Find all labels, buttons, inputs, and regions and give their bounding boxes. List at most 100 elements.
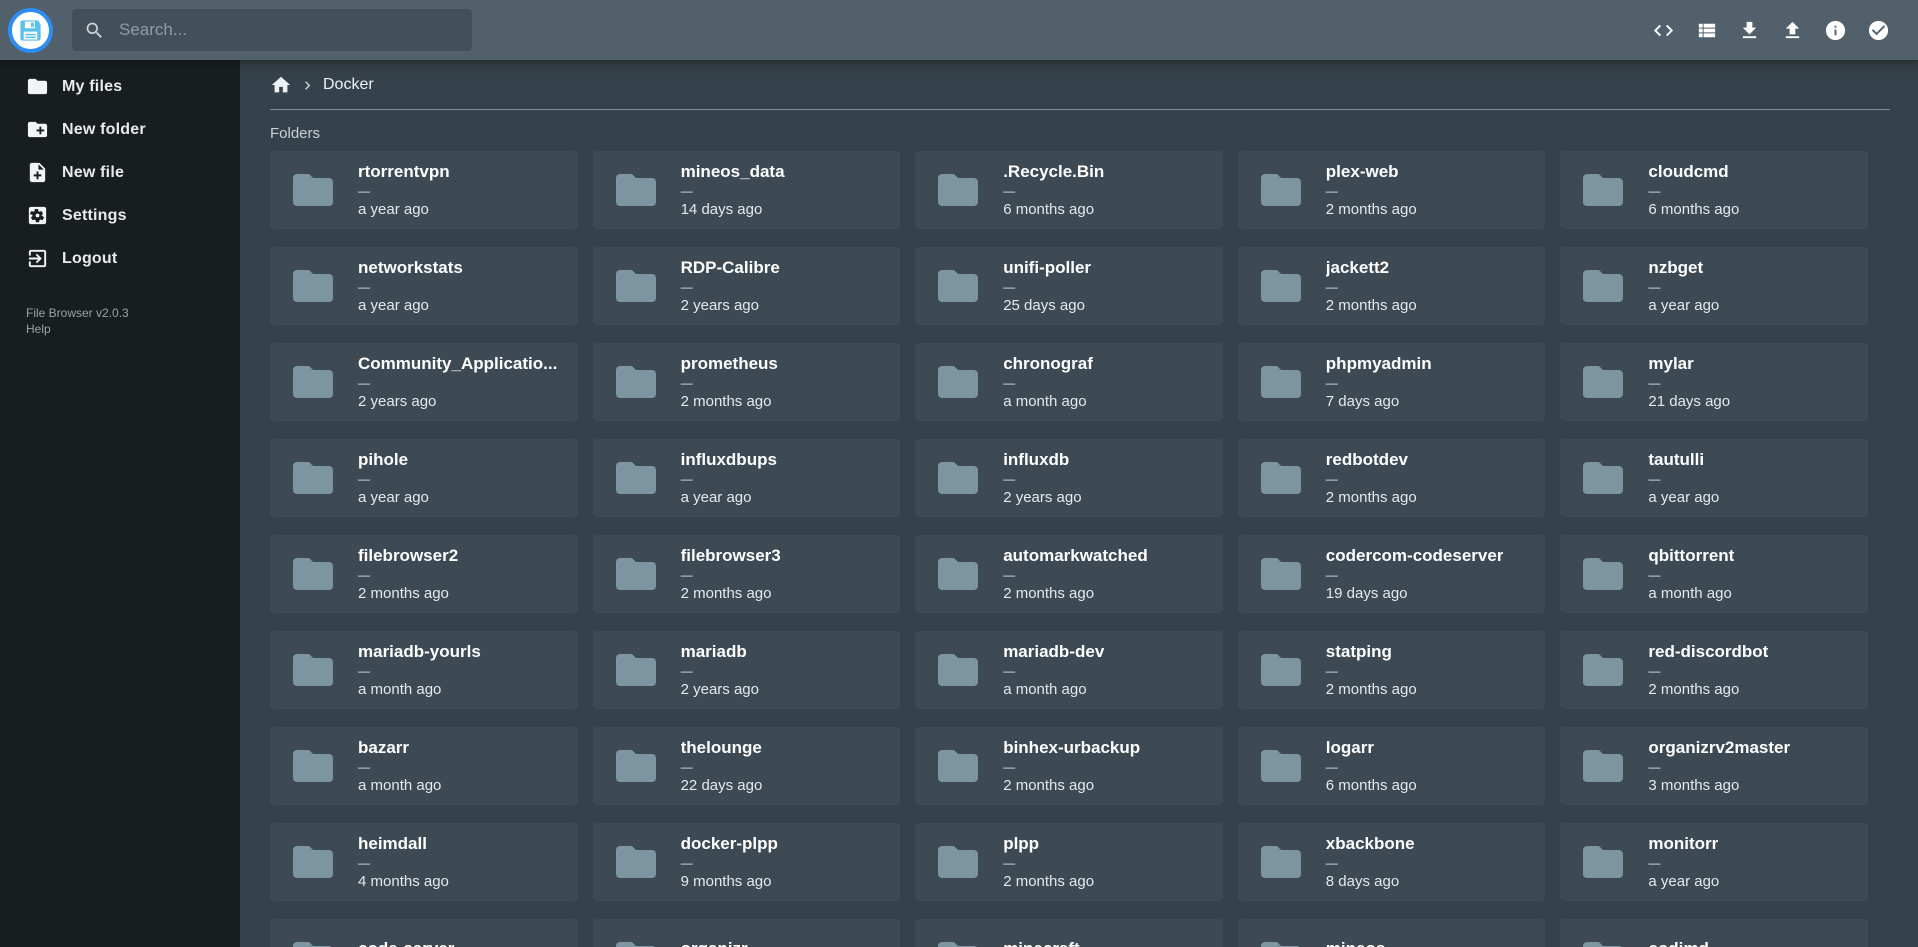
folder-size-placeholder: — [681, 281, 780, 294]
folder-card[interactable]: mariadb-dev—a month ago [915, 631, 1223, 709]
folder-card[interactable]: tautulli—a year ago [1560, 439, 1868, 517]
raw-view-button[interactable] [1642, 9, 1685, 52]
folder-name: mineos [1326, 939, 1386, 947]
folder-card[interactable]: automarkwatched—2 months ago [915, 535, 1223, 613]
sidebar-item-logout[interactable]: Logout [0, 237, 240, 280]
folder-icon-wrap [284, 454, 342, 502]
folder-name: organizr [681, 939, 748, 947]
folder-icon [607, 550, 665, 598]
folder-modified-time: a year ago [1648, 489, 1719, 507]
folder-meta: codercom-codeserver—19 days ago [1326, 546, 1504, 603]
sidebar-item-new-folder[interactable]: New folder [0, 108, 240, 151]
folder-card[interactable]: influxdb—2 years ago [915, 439, 1223, 517]
folder-card[interactable]: chronograf—a month ago [915, 343, 1223, 421]
folder-card[interactable]: mineos_data—14 days ago [593, 151, 901, 229]
folder-icon-wrap [1252, 934, 1310, 947]
folder-icon [26, 75, 49, 98]
folder-card[interactable]: organizr— [593, 919, 901, 947]
sidebar-item-new-file[interactable]: New file [0, 151, 240, 194]
folder-meta: docker-plpp—9 months ago [681, 834, 778, 891]
folder-card[interactable]: jackett2—2 months ago [1238, 247, 1546, 325]
folder-meta: mineos— [1326, 939, 1386, 947]
folder-size-placeholder: — [1326, 761, 1417, 774]
folder-card[interactable]: plpp—2 months ago [915, 823, 1223, 901]
folder-card[interactable]: statping—2 months ago [1238, 631, 1546, 709]
folder-modified-time: a year ago [1648, 873, 1719, 891]
folder-meta: mariadb—2 years ago [681, 642, 759, 699]
folder-card[interactable]: mariadb-yourls—a month ago [270, 631, 578, 709]
folder-icon-wrap [607, 646, 665, 694]
folder-modified-time: 2 years ago [681, 681, 759, 699]
folder-meta: code-server— [358, 939, 454, 947]
folder-name: filebrowser3 [681, 546, 781, 566]
folder-size-placeholder: — [1326, 569, 1504, 582]
sidebar-item-settings[interactable]: Settings [0, 194, 240, 237]
folder-card[interactable]: cloudcmd—6 months ago [1560, 151, 1868, 229]
folder-card[interactable]: filebrowser3—2 months ago [593, 535, 901, 613]
folder-modified-time: 2 years ago [681, 297, 780, 315]
folder-name: thelounge [681, 738, 763, 758]
folder-modified-time: a year ago [681, 489, 777, 507]
folder-modified-time: a year ago [358, 489, 429, 507]
folder-card[interactable]: redbotdev—2 months ago [1238, 439, 1546, 517]
folder-card[interactable]: mariadb—2 years ago [593, 631, 901, 709]
folder-card[interactable]: code-server— [270, 919, 578, 947]
folder-card[interactable]: logarr—6 months ago [1238, 727, 1546, 805]
folder-card[interactable]: RDP-Calibre—2 years ago [593, 247, 901, 325]
floppy-disk-icon [17, 17, 44, 44]
app-logo[interactable] [8, 8, 53, 53]
folder-name: logarr [1326, 738, 1417, 758]
folder-card[interactable]: plex-web—2 months ago [1238, 151, 1546, 229]
folder-name: networkstats [358, 258, 463, 278]
folder-card[interactable]: organizrv2master—3 months ago [1560, 727, 1868, 805]
folder-card[interactable]: codimd— [1560, 919, 1868, 947]
breadcrumb-current: Docker [323, 76, 374, 94]
home-icon[interactable] [270, 74, 292, 96]
sidebar-item-my-files[interactable]: My files [0, 65, 240, 108]
folder-card[interactable]: mineos— [1238, 919, 1546, 947]
folder-modified-time: a year ago [358, 297, 463, 315]
folder-name: influxdb [1003, 450, 1081, 470]
folder-card[interactable]: bazarr—a month ago [270, 727, 578, 805]
chevron-right-icon [299, 77, 316, 94]
folder-card[interactable]: networkstats—a year ago [270, 247, 578, 325]
list-view-button[interactable] [1685, 9, 1728, 52]
folder-size-placeholder: — [1326, 281, 1417, 294]
folder-modified-time: a month ago [358, 777, 441, 795]
folder-card[interactable]: unifi-poller—25 days ago [915, 247, 1223, 325]
folder-icon [1252, 838, 1310, 886]
folder-card[interactable]: docker-plpp—9 months ago [593, 823, 901, 901]
folder-card[interactable]: xbackbone—8 days ago [1238, 823, 1546, 901]
folder-card[interactable]: qbittorrent—a month ago [1560, 535, 1868, 613]
help-link[interactable]: Help [26, 322, 51, 337]
folder-name: jackett2 [1326, 258, 1417, 278]
folder-card[interactable]: heimdall—4 months ago [270, 823, 578, 901]
folder-card[interactable]: influxdbups—a year ago [593, 439, 901, 517]
folder-meta: chronograf—a month ago [1003, 354, 1093, 411]
folder-card[interactable]: red-discordbot—2 months ago [1560, 631, 1868, 709]
folder-card[interactable]: nzbget—a year ago [1560, 247, 1868, 325]
folder-card[interactable]: codercom-codeserver—19 days ago [1238, 535, 1546, 613]
folder-card[interactable]: binhex-urbackup—2 months ago [915, 727, 1223, 805]
folder-icon [929, 646, 987, 694]
folder-card[interactable]: prometheus—2 months ago [593, 343, 901, 421]
select-multiple-button[interactable] [1857, 9, 1900, 52]
folder-card[interactable]: phpmyadmin—7 days ago [1238, 343, 1546, 421]
folder-card[interactable]: pihole—a year ago [270, 439, 578, 517]
folder-modified-time: 6 months ago [1648, 201, 1739, 219]
search-input[interactable] [119, 20, 460, 40]
search-bar[interactable] [72, 9, 472, 51]
download-button[interactable] [1728, 9, 1771, 52]
app-version: File Browser v2.0.3 [26, 306, 240, 321]
folder-card[interactable]: Community_Applicatio...—2 years ago [270, 343, 578, 421]
upload-button[interactable] [1771, 9, 1814, 52]
folder-card[interactable]: mylar—21 days ago [1560, 343, 1868, 421]
folder-card[interactable]: minecraft— [915, 919, 1223, 947]
folder-card[interactable]: filebrowser2—2 months ago [270, 535, 578, 613]
info-button[interactable] [1814, 9, 1857, 52]
folder-card[interactable]: .Recycle.Bin—6 months ago [915, 151, 1223, 229]
folder-card[interactable]: thelounge—22 days ago [593, 727, 901, 805]
folder-icon [1574, 550, 1632, 598]
folder-card[interactable]: monitorr—a year ago [1560, 823, 1868, 901]
folder-card[interactable]: rtorrentvpn—a year ago [270, 151, 578, 229]
